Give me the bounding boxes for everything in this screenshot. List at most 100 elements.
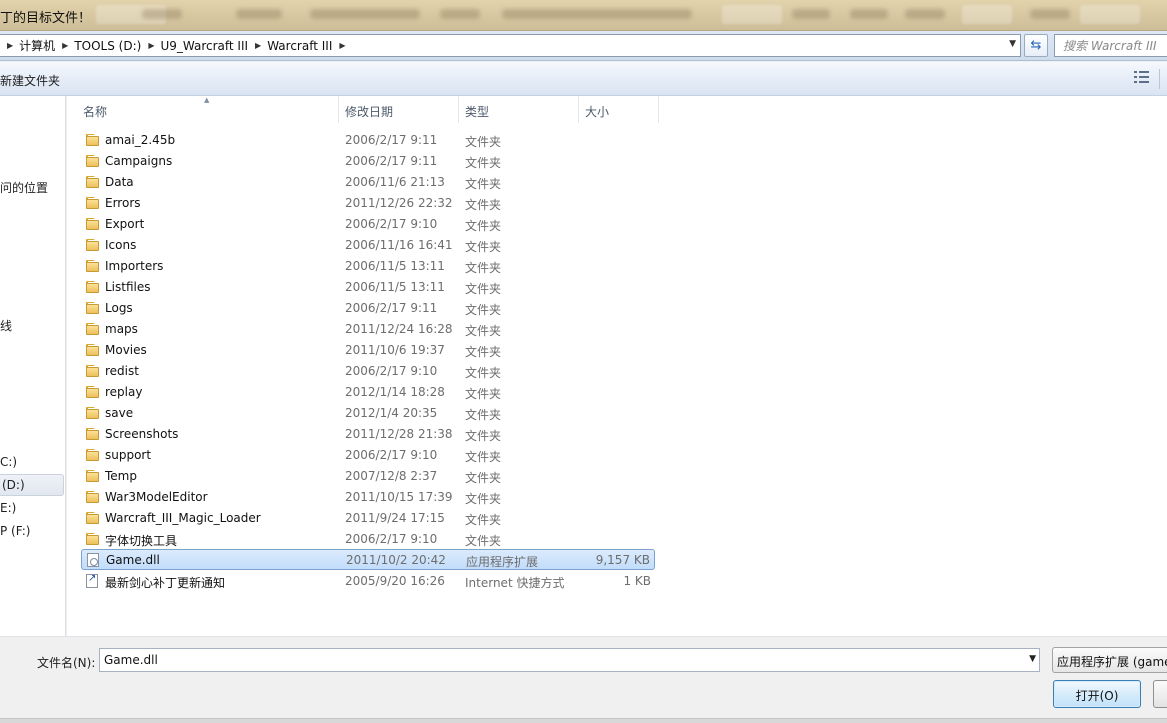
chevron-down-icon[interactable]: ▼ — [1029, 654, 1036, 664]
file-row[interactable]: Data 2006/11/6 21:13 文件夹 — [81, 172, 655, 193]
folder-icon — [85, 385, 100, 399]
file-row[interactable]: Importers 2006/11/5 13:11 文件夹 — [81, 256, 655, 277]
folder-icon — [85, 364, 100, 378]
file-type: 文件夹 — [465, 408, 502, 422]
file-row[interactable]: Campaigns 2006/2/17 9:11 文件夹 — [81, 151, 655, 172]
taskbar-blur — [1030, 9, 1070, 19]
file-type-value: 应用程序扩展 (game — [1057, 655, 1167, 669]
chevron-right-icon[interactable]: ▶ — [148, 41, 154, 50]
folder-icon — [85, 427, 100, 441]
toolbar: 新建文件夹 — [0, 62, 1167, 96]
open-button[interactable]: 打开(O) — [1053, 680, 1141, 708]
file-name: amai_2.45b — [105, 133, 176, 147]
taskbar-blur — [142, 9, 182, 19]
folder-icon — [85, 490, 100, 504]
folder-icon — [85, 448, 100, 462]
file-type: 文件夹 — [465, 240, 502, 254]
file-row[interactable]: amai_2.45b 2006/2/17 9:11 文件夹 — [81, 130, 655, 151]
file-row[interactable]: Screenshots 2011/12/28 21:38 文件夹 — [81, 424, 655, 445]
file-row[interactable]: War3ModelEditor 2011/10/15 17:39 文件夹 — [81, 487, 655, 508]
nav-item-network[interactable]: 线 — [0, 317, 12, 334]
file-name: Data — [105, 175, 134, 189]
new-folder-button[interactable]: 新建文件夹 — [0, 72, 60, 89]
file-type: 文件夹 — [465, 324, 502, 338]
file-name: Importers — [105, 259, 164, 273]
sort-ascending-icon: ▲ — [204, 96, 210, 104]
file-row[interactable]: 最新剑心补丁更新通知 2005/9/20 16:26 Internet 快捷方式 1 … — [81, 571, 655, 592]
folder-icon — [85, 343, 100, 357]
folder-icon — [85, 196, 100, 210]
chevron-right-icon[interactable]: ▶ — [62, 41, 68, 50]
column-type[interactable]: 类型 — [459, 96, 579, 123]
file-row[interactable]: support 2006/2/17 9:10 文件夹 — [81, 445, 655, 466]
chevron-right-icon[interactable]: ▶ — [339, 41, 345, 50]
file-row[interactable]: Movies 2011/10/6 19:37 文件夹 — [81, 340, 655, 361]
search-input[interactable]: 搜索 Warcraft III — [1054, 34, 1167, 57]
address-row: ▶ 计算机 ▶ TOOLS (D:) ▶ U9_Warcraft III ▶ W… — [0, 31, 1167, 61]
cancel-button[interactable] — [1153, 680, 1167, 708]
file-type: 文件夹 — [465, 177, 502, 191]
folder-icon — [85, 259, 100, 273]
file-type-filter[interactable]: 应用程序扩展 (game — [1052, 647, 1167, 673]
file-row[interactable]: Logs 2006/2/17 9:11 文件夹 — [81, 298, 655, 319]
refresh-button[interactable]: ⇆ — [1024, 34, 1048, 57]
toolbar-divider — [1159, 69, 1160, 89]
file-row[interactable]: Errors 2011/12/26 22:32 文件夹 — [81, 193, 655, 214]
folder-icon — [85, 322, 100, 336]
file-row[interactable]: Game.dll 2011/10/2 20:42 应用程序扩展 9,157 KB — [81, 549, 655, 570]
file-date: 2006/2/17 9:10 — [345, 217, 438, 231]
file-type: 文件夹 — [465, 387, 502, 401]
filename-label: 文件名(N): — [37, 656, 96, 670]
file-type: 文件夹 — [465, 198, 502, 212]
file-name: Screenshots — [105, 427, 179, 441]
chevron-down-icon[interactable]: ▼ — [1009, 39, 1016, 49]
file-type: 应用程序扩展 — [466, 555, 539, 569]
nav-item-drive-f[interactable]: P (F:) — [0, 524, 30, 538]
folder-icon — [85, 217, 100, 231]
chevron-right-icon[interactable]: ▶ — [255, 41, 261, 50]
file-name: Movies — [105, 343, 147, 357]
address-bar[interactable]: ▶ 计算机 ▶ TOOLS (D:) ▶ U9_Warcraft III ▶ W… — [0, 34, 1021, 57]
file-date: 2011/12/28 21:38 — [345, 427, 453, 441]
nav-item-drive-d[interactable]: (D:) — [0, 474, 64, 496]
file-name: 最新剑心补丁更新通知 — [105, 576, 226, 590]
file-date: 2011/10/15 17:39 — [345, 490, 453, 504]
file-type: 文件夹 — [465, 513, 502, 527]
file-name: Listfiles — [105, 280, 151, 294]
file-type: 文件夹 — [465, 303, 502, 317]
nav-item-recent-places[interactable]: 问的位置 — [0, 179, 48, 196]
file-row[interactable]: 字体切换工具 2006/2/17 9:10 文件夹 — [81, 529, 655, 550]
file-row[interactable]: save 2012/1/4 20:35 文件夹 — [81, 403, 655, 424]
chevron-right-icon[interactable]: ▶ — [7, 41, 13, 50]
file-date: 2006/11/5 13:11 — [345, 259, 445, 273]
file-type: 文件夹 — [465, 282, 502, 296]
file-row[interactable]: Warcraft_III_Magic_Loader 2011/9/24 17:15… — [81, 508, 655, 529]
column-header: 名称 ▲ 修改日期 类型 大小 — [67, 96, 659, 123]
folder-icon — [85, 238, 100, 252]
filename-input[interactable]: Game.dll ▼ — [99, 648, 1040, 672]
column-size[interactable]: 大小 — [579, 96, 659, 123]
nav-item-drive-e[interactable]: E:) — [0, 501, 16, 515]
file-name: Icons — [105, 238, 137, 252]
column-date[interactable]: 修改日期 — [339, 96, 459, 123]
nav-item-drive-c[interactable]: C:) — [0, 455, 17, 469]
taskbar-blur — [502, 9, 692, 19]
file-row[interactable]: Temp 2007/12/8 2:37 文件夹 — [81, 466, 655, 487]
internet-shortcut-icon — [86, 573, 98, 588]
breadcrumb-folder[interactable]: U9_Warcraft III — [160, 39, 248, 53]
breadcrumb-current[interactable]: Warcraft III — [267, 39, 332, 53]
file-type: 文件夹 — [465, 135, 502, 149]
folder-icon — [85, 301, 100, 315]
file-name: Warcraft_III_Magic_Loader — [105, 511, 261, 525]
file-row[interactable]: Icons 2006/11/16 16:41 文件夹 — [81, 235, 655, 256]
file-row[interactable]: Export 2006/2/17 9:10 文件夹 — [81, 214, 655, 235]
file-row[interactable]: redist 2006/2/17 9:10 文件夹 — [81, 361, 655, 382]
breadcrumb-computer[interactable]: 计算机 — [19, 37, 55, 54]
file-row[interactable]: Listfiles 2006/11/5 13:11 文件夹 — [81, 277, 655, 298]
view-options-icon[interactable] — [1134, 71, 1150, 85]
taskbar-blur — [962, 5, 1012, 24]
breadcrumb-drive[interactable]: TOOLS (D:) — [74, 39, 141, 53]
file-row[interactable]: maps 2011/12/24 16:28 文件夹 — [81, 319, 655, 340]
file-name: support — [105, 448, 152, 462]
file-row[interactable]: replay 2012/1/14 18:28 文件夹 — [81, 382, 655, 403]
